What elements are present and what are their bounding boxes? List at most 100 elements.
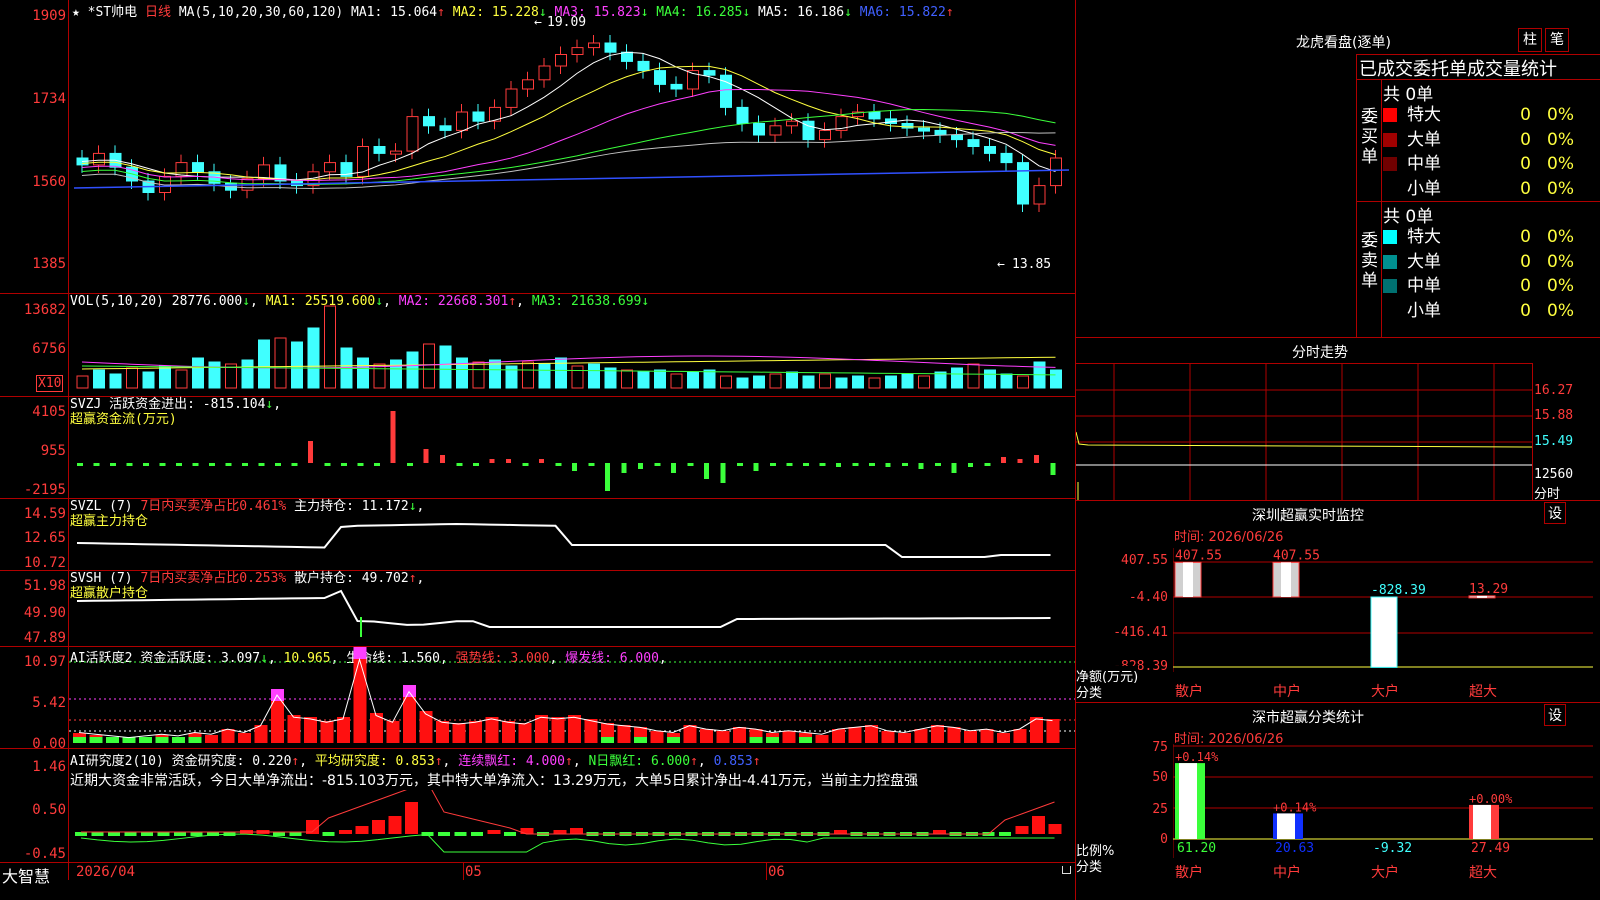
ai-research-header: AI研究度2(10) 资金研究度: 0.220↑, 平均研究度: 0.853↑,… xyxy=(70,754,761,769)
intraday-chart[interactable] xyxy=(1076,364,1532,500)
svzl-chart[interactable] xyxy=(69,499,1075,570)
sz-class-settings-button[interactable]: 设 xyxy=(1544,704,1566,726)
sz-monitor-axis-label: -4.40 xyxy=(1128,590,1168,605)
category-label: 超大 xyxy=(1469,865,1497,881)
candle xyxy=(571,47,584,55)
activity-bar xyxy=(700,729,713,743)
volume-bar xyxy=(934,371,947,389)
research-bar xyxy=(388,816,402,834)
order-size-label: 大单 xyxy=(1407,251,1441,272)
stats-tab[interactable]: 已成交委托单成交量统计 xyxy=(1359,55,1557,81)
candle xyxy=(588,42,600,49)
flow-bar xyxy=(968,463,973,467)
activity-bar xyxy=(931,725,944,743)
activity-bar xyxy=(485,717,499,743)
volume-bar xyxy=(852,375,864,389)
svzj-chart[interactable] xyxy=(69,397,1075,498)
lock-icon[interactable] xyxy=(1062,866,1071,874)
flow-bar xyxy=(225,463,232,466)
ai-active-chart[interactable] xyxy=(69,647,1075,748)
price-axis-label: 1560 xyxy=(32,174,66,190)
order-count: 0 xyxy=(1520,178,1531,199)
candle xyxy=(472,111,485,122)
research-bar xyxy=(999,832,1011,836)
color-swatch xyxy=(1383,108,1397,122)
activity-bar xyxy=(304,717,317,743)
flow-bar xyxy=(753,463,759,471)
candle xyxy=(439,125,452,131)
activity-bar xyxy=(898,733,911,743)
order-count: 0 xyxy=(1520,129,1531,150)
volume-bar xyxy=(1000,373,1013,389)
svzl-axis-label: 10.72 xyxy=(23,555,66,571)
flow-bar xyxy=(242,463,248,466)
volume-bar xyxy=(307,327,320,389)
low-label: 13.85 xyxy=(1012,257,1051,272)
vol-unit: X10 xyxy=(36,375,64,392)
net-amount-label: -828.39 xyxy=(1371,583,1426,598)
svsh-axis-label: 51.98 xyxy=(23,578,66,594)
sz-class-axis-label: 75 xyxy=(1152,740,1168,755)
right-panel: 龙虎看盘(逐单) 柱 笔 已成交委托单成交量统计 委买单 委卖单 共 0单 共 … xyxy=(1076,0,1600,900)
flow-bar xyxy=(506,459,511,463)
flow-bar xyxy=(819,463,826,466)
volume-chart[interactable] xyxy=(69,294,1075,396)
ai-research-chart[interactable] xyxy=(69,790,1075,862)
volume-bar xyxy=(654,369,666,389)
volume-bar xyxy=(76,375,89,389)
volume-bar xyxy=(274,337,287,389)
candle xyxy=(1050,157,1062,187)
volume-bar xyxy=(901,373,914,389)
activity-bar xyxy=(205,735,218,743)
flow-bar xyxy=(836,463,841,467)
color-swatch xyxy=(1383,157,1397,171)
sz-class-chart[interactable]: +0.14% 61.20 散户 +0.14% 20.63 中户 -9.32 大户 +0.00% 2… xyxy=(1173,744,1600,900)
activity-bar xyxy=(914,729,928,743)
flow-bar xyxy=(605,463,610,491)
volume-bar xyxy=(472,361,485,389)
tick-view-button[interactable]: 笔 xyxy=(1545,28,1569,52)
volume-bar xyxy=(109,373,122,389)
activity-bar xyxy=(980,729,994,743)
candlestick-chart[interactable]: ← 19.09 ← 13.85 xyxy=(69,0,1075,293)
flow-bar xyxy=(258,463,265,466)
activity-bar xyxy=(419,711,433,743)
research-bar xyxy=(834,830,847,834)
activity-bar-low xyxy=(766,737,779,743)
ai-research-c-arrow: ↑ xyxy=(564,754,573,769)
activity-bar xyxy=(469,721,482,743)
candle xyxy=(654,70,666,85)
flow-bar xyxy=(555,463,562,466)
order-size-label: 中单 xyxy=(1407,276,1441,296)
svsh-chart[interactable] xyxy=(69,571,1075,646)
ai-research-d-arrow: ↑ xyxy=(690,754,698,769)
candle xyxy=(538,65,551,81)
svzj-axis-label: 4105 xyxy=(32,404,66,420)
volume-bar xyxy=(703,369,716,389)
flow-bar xyxy=(489,459,495,463)
volume-bar xyxy=(819,373,831,389)
sz-monitor-chart[interactable]: 407.55 散户 407.55 中户 -828.39 大户 13.29 超大 xyxy=(1173,548,1600,698)
flow-bar xyxy=(126,463,133,466)
sz-monitor-settings-button[interactable]: 设 xyxy=(1544,502,1566,524)
activity-bar xyxy=(881,731,895,743)
flow-bar xyxy=(275,463,281,466)
flow-bar xyxy=(720,463,726,483)
volume-bar xyxy=(670,373,683,389)
category-label: 超大 xyxy=(1469,684,1497,698)
chart-area[interactable]: 1909 1734 1560 1385 ★ *ST帅电 日线 MA(5,10,2… xyxy=(0,0,1076,900)
volume-bar xyxy=(373,363,386,389)
volume-bar xyxy=(720,375,732,389)
order-stat-row: 小单 0 0% xyxy=(1383,299,1600,323)
candle xyxy=(984,146,996,154)
activity-bar xyxy=(221,729,235,743)
flow-bar xyxy=(77,463,83,466)
sz-monitor-cat-label: 分类 xyxy=(1076,686,1103,701)
activity-peak xyxy=(353,647,367,659)
order-count: 0 xyxy=(1520,251,1531,272)
research-bar xyxy=(933,830,946,834)
volume-bar xyxy=(802,375,815,389)
research-bar xyxy=(471,832,483,836)
bar-view-button[interactable]: 柱 xyxy=(1518,28,1542,52)
volume-bar xyxy=(522,361,534,389)
